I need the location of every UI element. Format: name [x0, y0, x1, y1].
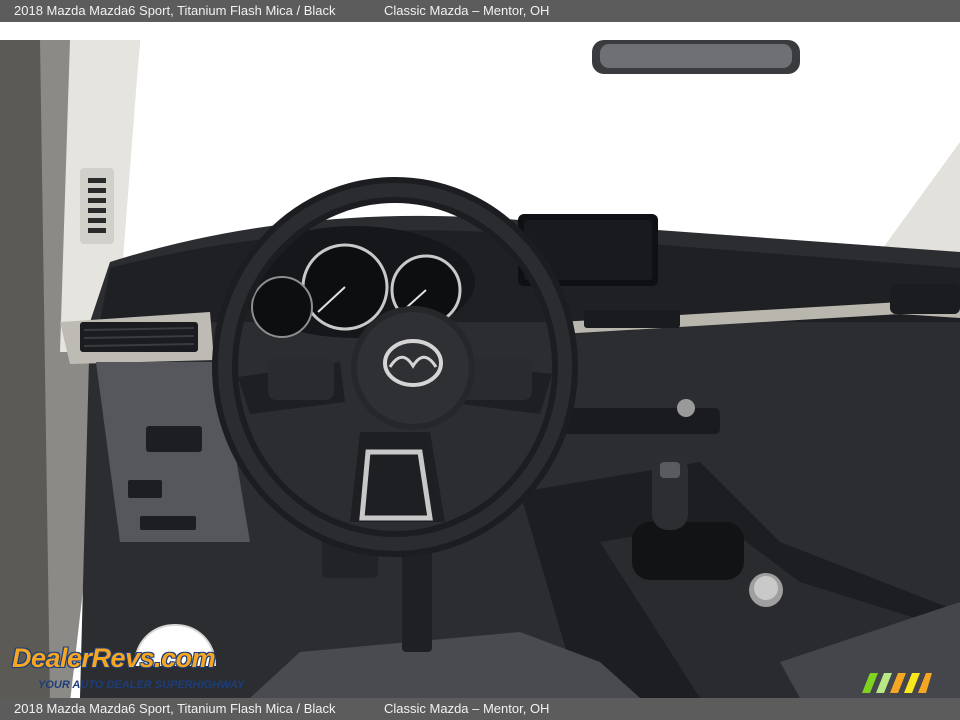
caption-bar-bottom: 2018 Mazda Mazda6 Sport, Titanium Flash …: [0, 698, 960, 720]
stripes-logo-icon: [862, 673, 932, 693]
vehicle-caption-bottom: 2018 Mazda Mazda6 Sport, Titanium Flash …: [14, 701, 336, 716]
dealer-caption: Classic Mazda – Mentor, OH: [384, 3, 550, 18]
climate-controls: [560, 408, 720, 434]
vehicle-caption: 2018 Mazda Mazda6 Sport, Titanium Flash …: [14, 3, 336, 18]
dealer-caption-bottom: Classic Mazda – Mentor, OH: [384, 701, 550, 716]
fuel-gauge: [251, 276, 313, 338]
gear-shifter-boot: [632, 522, 744, 580]
interior-photo: [0, 22, 960, 698]
dealerrevs-logo: DealerRevs.com: [12, 643, 216, 673]
dealerrevs-tagline: YOUR AUTO DEALER SUPERHIGHWAY: [38, 679, 245, 691]
air-vent-right: [890, 284, 960, 314]
caption-bar-top: 2018 Mazda Mazda6 Sport, Titanium Flash …: [0, 0, 960, 22]
switch-panel: [146, 426, 202, 452]
